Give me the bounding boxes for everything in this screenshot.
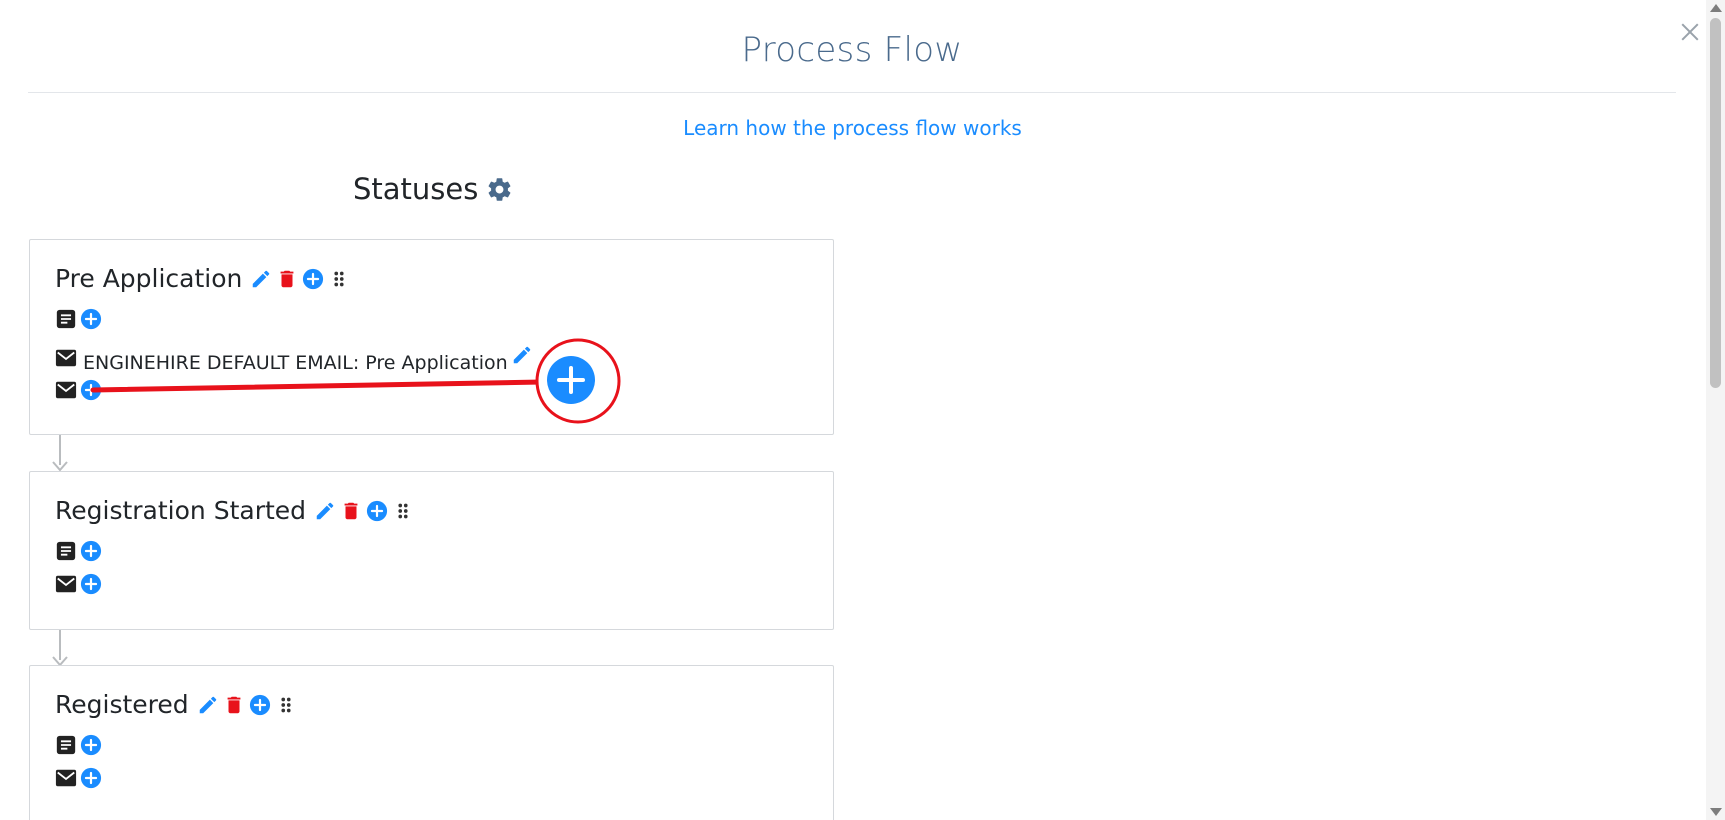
status-header: Pre Application <box>55 264 354 293</box>
add-email-button[interactable] <box>80 767 102 789</box>
envelope-icon <box>55 347 77 369</box>
document-icon <box>55 734 77 756</box>
document-icon <box>55 540 77 562</box>
close-icon[interactable] <box>1676 18 1704 46</box>
emails-add-row <box>55 379 102 401</box>
pencil-icon[interactable] <box>250 268 272 290</box>
pencil-icon[interactable] <box>511 344 533 366</box>
modal-title: Process Flow <box>741 30 963 70</box>
statuses-heading: Statuses <box>353 172 513 206</box>
pencil-icon[interactable] <box>197 694 219 716</box>
plus-circle-icon[interactable] <box>302 268 324 290</box>
envelope-icon <box>55 573 77 595</box>
add-email-button[interactable] <box>80 573 102 595</box>
statuses-heading-label: Statuses <box>353 172 479 206</box>
status-card-registration-started: Registration Started <box>29 471 834 630</box>
scroll-up-icon[interactable] <box>1710 4 1722 12</box>
plus-circle-icon[interactable] <box>249 694 271 716</box>
emails-add-row <box>55 573 102 595</box>
scrollbar-thumb[interactable] <box>1710 18 1721 388</box>
plus-circle-icon[interactable] <box>366 500 388 522</box>
trash-icon[interactable] <box>223 694 245 716</box>
gear-icon[interactable] <box>486 176 513 203</box>
trash-icon[interactable] <box>340 500 362 522</box>
status-header: Registered <box>55 690 301 719</box>
drag-handle-icon[interactable] <box>392 500 414 522</box>
add-email-button[interactable] <box>80 379 102 401</box>
envelope-icon <box>55 767 77 789</box>
status-card-registered: Registered <box>29 665 834 820</box>
status-name: Pre Application <box>55 264 243 293</box>
scroll-down-icon[interactable] <box>1710 808 1722 816</box>
status-name: Registered <box>55 690 189 719</box>
forms-row <box>55 540 102 562</box>
status-name: Registration Started <box>55 496 307 525</box>
add-form-button[interactable] <box>80 540 102 562</box>
process-flow-modal: Process Flow Learn how the process flow … <box>0 0 1725 820</box>
drag-handle-icon[interactable] <box>328 268 350 290</box>
status-card-pre-application: Pre Application ENGINEHIRE DEFAULT EMAIL… <box>29 239 834 435</box>
modal-header: Process Flow <box>28 0 1676 93</box>
status-header: Registration Started <box>55 496 418 525</box>
vertical-scrollbar[interactable] <box>1706 0 1725 820</box>
add-form-button[interactable] <box>80 308 102 330</box>
email-name[interactable]: ENGINEHIRE DEFAULT EMAIL: Pre Applicatio… <box>83 352 508 374</box>
learn-process-flow-link[interactable]: Learn how the process flow works <box>0 116 1705 140</box>
add-form-button[interactable] <box>80 734 102 756</box>
document-icon <box>55 308 77 330</box>
arrow-down-icon <box>52 461 68 471</box>
emails-add-row <box>55 767 102 789</box>
email-item: ENGINEHIRE DEFAULT EMAIL: Pre Applicatio… <box>55 344 533 374</box>
envelope-icon <box>55 379 77 401</box>
forms-row <box>55 734 102 756</box>
trash-icon[interactable] <box>276 268 298 290</box>
forms-row <box>55 308 102 330</box>
drag-handle-icon[interactable] <box>275 694 297 716</box>
pencil-icon[interactable] <box>314 500 336 522</box>
